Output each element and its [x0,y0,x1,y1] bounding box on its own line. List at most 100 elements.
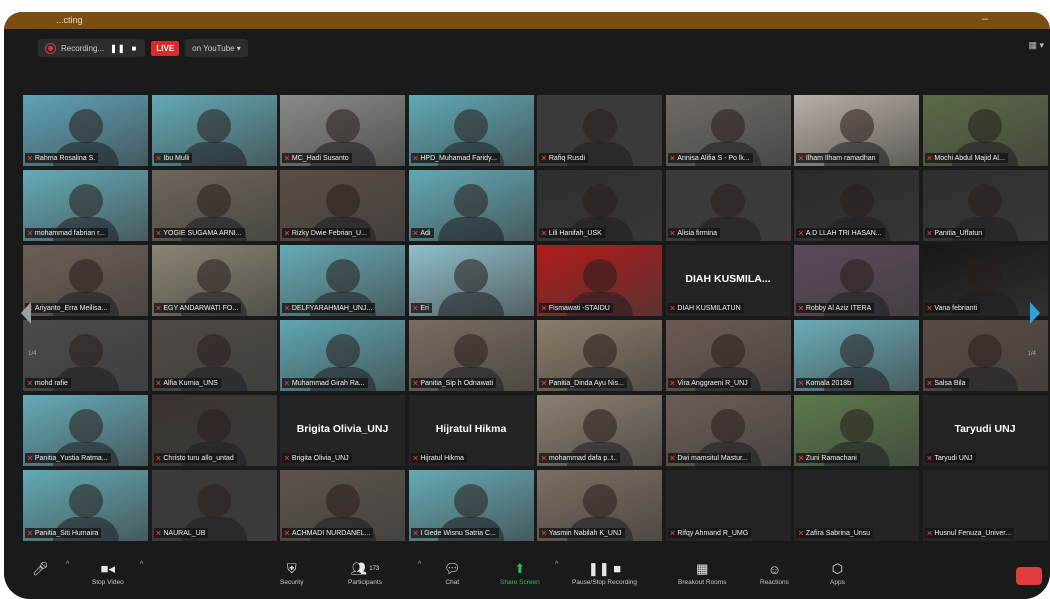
participant-tile[interactable]: ⨯ Mochi Abdul Majid Al... [922,95,1048,166]
participant-name-label: ⨯ Annisa Alifia S - Po lk... [667,153,753,163]
participant-tile[interactable]: ⨯ Rifqy Ahmand R_UMG [665,470,791,541]
participant-tile[interactable]: ⨯ Rafiq Rusdi [537,95,662,166]
participant-tile[interactable]: ⨯ Rizky Dwie Febrian_U... [280,170,405,241]
live-badge[interactable]: LIVE [151,40,180,56]
participant-tile[interactable]: ⨯ Zuni Ramachani [794,395,919,466]
participant-tile[interactable]: Hijratul Hikma ⨯ Hijratul Hikma [408,395,534,466]
participant-tile[interactable]: ⨯ Muhammad Girah Ra... [280,320,405,391]
participant-tile[interactable]: ⨯ mohammad dafa p..t.. [537,395,662,466]
participant-tile[interactable]: ⨯ Komala 2018b [794,320,919,391]
next-page-arrow-icon[interactable] [1030,302,1040,324]
live-destination-dropdown[interactable]: on YouTube ▾ [185,39,248,57]
participant-tile[interactable]: ⨯ Rahma Rosalina S. [23,95,148,166]
participant-name: Muhammad Girah Ra... [291,379,365,387]
gallery-view-icon[interactable]: ▦ ▾ [1028,40,1044,51]
video-options-caret-icon[interactable]: ^ [140,561,143,568]
participant-name-label: ⨯ EGY ANDARWATI FO... [153,303,242,313]
participants-caret-icon[interactable]: ^ [418,561,421,568]
video-camera-icon: ■◂ [100,561,116,576]
participant-tile[interactable]: ⨯ Husnul Fenuza_Univer... [922,470,1048,541]
participant-tile[interactable]: ⨯ Robby Al Aziz ITERA [794,245,919,316]
participant-name: Panitia_Dinda Ayu Nis... [548,379,624,387]
participant-tile[interactable]: ⨯ Ariyanto_Erra Meilisa... [23,245,148,316]
share-screen-button[interactable]: ⬆ Share Screen [500,559,540,586]
participant-name-label: ⨯ Fismawati -STAIDU [539,303,613,313]
participant-name-label: ⨯ Rahma Rosalina S. [25,153,99,163]
pause-recording-icon[interactable]: ❚❚ [110,44,125,53]
participant-tile[interactable]: ⨯ ACHMADI NURDANEL... [280,470,405,541]
participant-tile[interactable]: ⨯ Panitia_Sip h Odnawati [408,320,534,391]
record-icon [46,43,55,53]
participant-tile[interactable]: ⨯ Ibu Mulli [151,95,277,166]
participant-tile[interactable]: ⨯ Alisia firmina [665,170,791,241]
minimize-icon[interactable]: – [982,13,988,25]
participant-name: Rifqy Ahmand R_UMG [677,529,749,537]
security-button[interactable]: ⛨ Security [280,559,303,586]
participant-tile[interactable]: ⨯ Adi [408,170,534,241]
participant-head [197,409,231,443]
participant-tile[interactable]: DIAH KUSMILA... ⨯ DIAH KUSMILATUN [665,245,791,316]
participant-tile[interactable]: ⨯ EGY ANDARWATI FO... [151,245,277,316]
participant-tile[interactable]: Brigita Olivia_UNJ ⨯ Brigita Olivia_UNJ [280,395,405,466]
participant-name: Zafira Sabrina_Unsu [805,529,871,537]
participant-tile[interactable]: ⨯ Panitia_Uffatun [922,170,1048,241]
participant-head [839,259,874,293]
participant-tile[interactable]: ⨯ A D LLAH TRI HASAN... [794,170,919,241]
participant-tile[interactable]: ⨯ Dwi mamsitul Mastur... [665,395,791,466]
breakout-rooms-label: Breakout Rooms [678,579,727,586]
participant-tile[interactable]: ⨯ Annisa Alifia S - Po lk... [665,95,791,166]
participants-button[interactable]: 👥︎ 173 Participants [348,559,382,586]
participant-tile[interactable]: ⨯ I Gede Wisnu Satria C... [408,470,534,541]
mute-button[interactable]: 🎤︎ [32,559,49,579]
participant-name: Panitia_Siti Humaira [34,529,99,537]
reactions-button[interactable]: ☺ Reactions [760,559,789,587]
muted-mic-icon: ⨯ [27,530,33,537]
participant-tile[interactable]: ⨯ Ilham Ilham ramadhan [794,95,919,166]
previous-page-arrow-icon[interactable] [21,302,31,324]
pause-stop-recording-button[interactable]: ❚❚ ■ Pause/Stop Recording [572,559,637,586]
apps-button[interactable]: ⬡ Apps [830,559,845,586]
participant-tile[interactable]: Taryudi UNJ ⨯ Taryudi UNJ [922,395,1048,466]
muted-mic-icon: ⨯ [798,305,804,312]
participant-tile[interactable]: ⨯ Lili Hanifah_USK [537,170,662,241]
stop-video-button[interactable]: ■◂ Stop Video [92,559,124,586]
participant-name: Taryudi UNJ [934,454,973,462]
participant-name: HPD_Muhamad Faridy... [420,154,497,162]
participant-tile[interactable]: ⨯ Eri [408,245,534,316]
participant-tile[interactable]: ⨯ Panitia_Siti Humaira [23,470,148,541]
participant-tile[interactable]: ⨯ DELFYARAHMAH_UNJ... [280,245,405,316]
participant-tile[interactable]: ⨯ Vana febrianti [922,245,1048,316]
participant-tile[interactable]: ⨯ Alfia Kurnia_UNS [151,320,277,391]
pause-stop-icon: ❚❚ ■ [587,561,622,576]
participant-tile[interactable]: ⨯ HPD_Muhamad Faridy... [408,95,534,166]
participant-tile[interactable]: ⨯ Christo turu allo_untad [151,395,277,466]
participant-tile[interactable]: ⨯ Panitia_Dinda Ayu Nis... [537,320,662,391]
participant-tile[interactable]: ⨯ MC_Hadi Susanto [280,95,405,166]
participant-display-name: Taryudi UNJ [954,423,1016,435]
participant-tile[interactable]: ⨯ NAURAL_UB [151,470,277,541]
participant-tile[interactable]: ⨯ YOGIE SUGAMA ARNI... [151,170,277,241]
participant-name: Lili Hanifah_USK [548,229,602,237]
participant-tile[interactable]: ⨯ Panitia_Yustia Ratma... [23,395,148,466]
recording-label: Recording... [61,43,105,53]
share-options-caret-icon[interactable]: ^ [555,561,558,568]
participant-name-label: ⨯ ACHMADI NURDANEL... [282,528,374,538]
participant-tile[interactable]: ⨯ Vira Anggraeni R_UNJ [665,320,791,391]
muted-mic-icon: ⨯ [284,155,290,162]
participant-tile[interactable]: ⨯ Yasmin Nabilah K_UNJ [537,470,662,541]
participant-tile[interactable]: ⨯ Fismawati -STAIDU [537,245,662,316]
muted-mic-icon: ⨯ [798,230,804,237]
muted-mic-icon: ⨯ [669,155,676,162]
muted-mic-icon: ⨯ [541,380,547,387]
stop-recording-icon[interactable]: ■ [132,44,138,53]
participant-tile[interactable]: ⨯ mohd rafie [23,320,148,391]
chat-button[interactable]: 💬︎ Chat [444,559,461,586]
participant-name: Fismawati -STAIDU [548,304,610,312]
participant-tile[interactable]: ⨯ Zafira Sabrina_Unsu [794,470,919,541]
end-meeting-button[interactable] [1016,567,1042,585]
muted-mic-icon: ⨯ [284,305,290,312]
participant-name: Brigita Olivia_UNJ [291,454,349,462]
audio-options-caret-icon[interactable]: ^ [66,561,69,568]
participant-tile[interactable]: ⨯ mohammad fabrian r... [23,170,148,241]
breakout-rooms-button[interactable]: ▦ Breakout Rooms [678,559,726,586]
